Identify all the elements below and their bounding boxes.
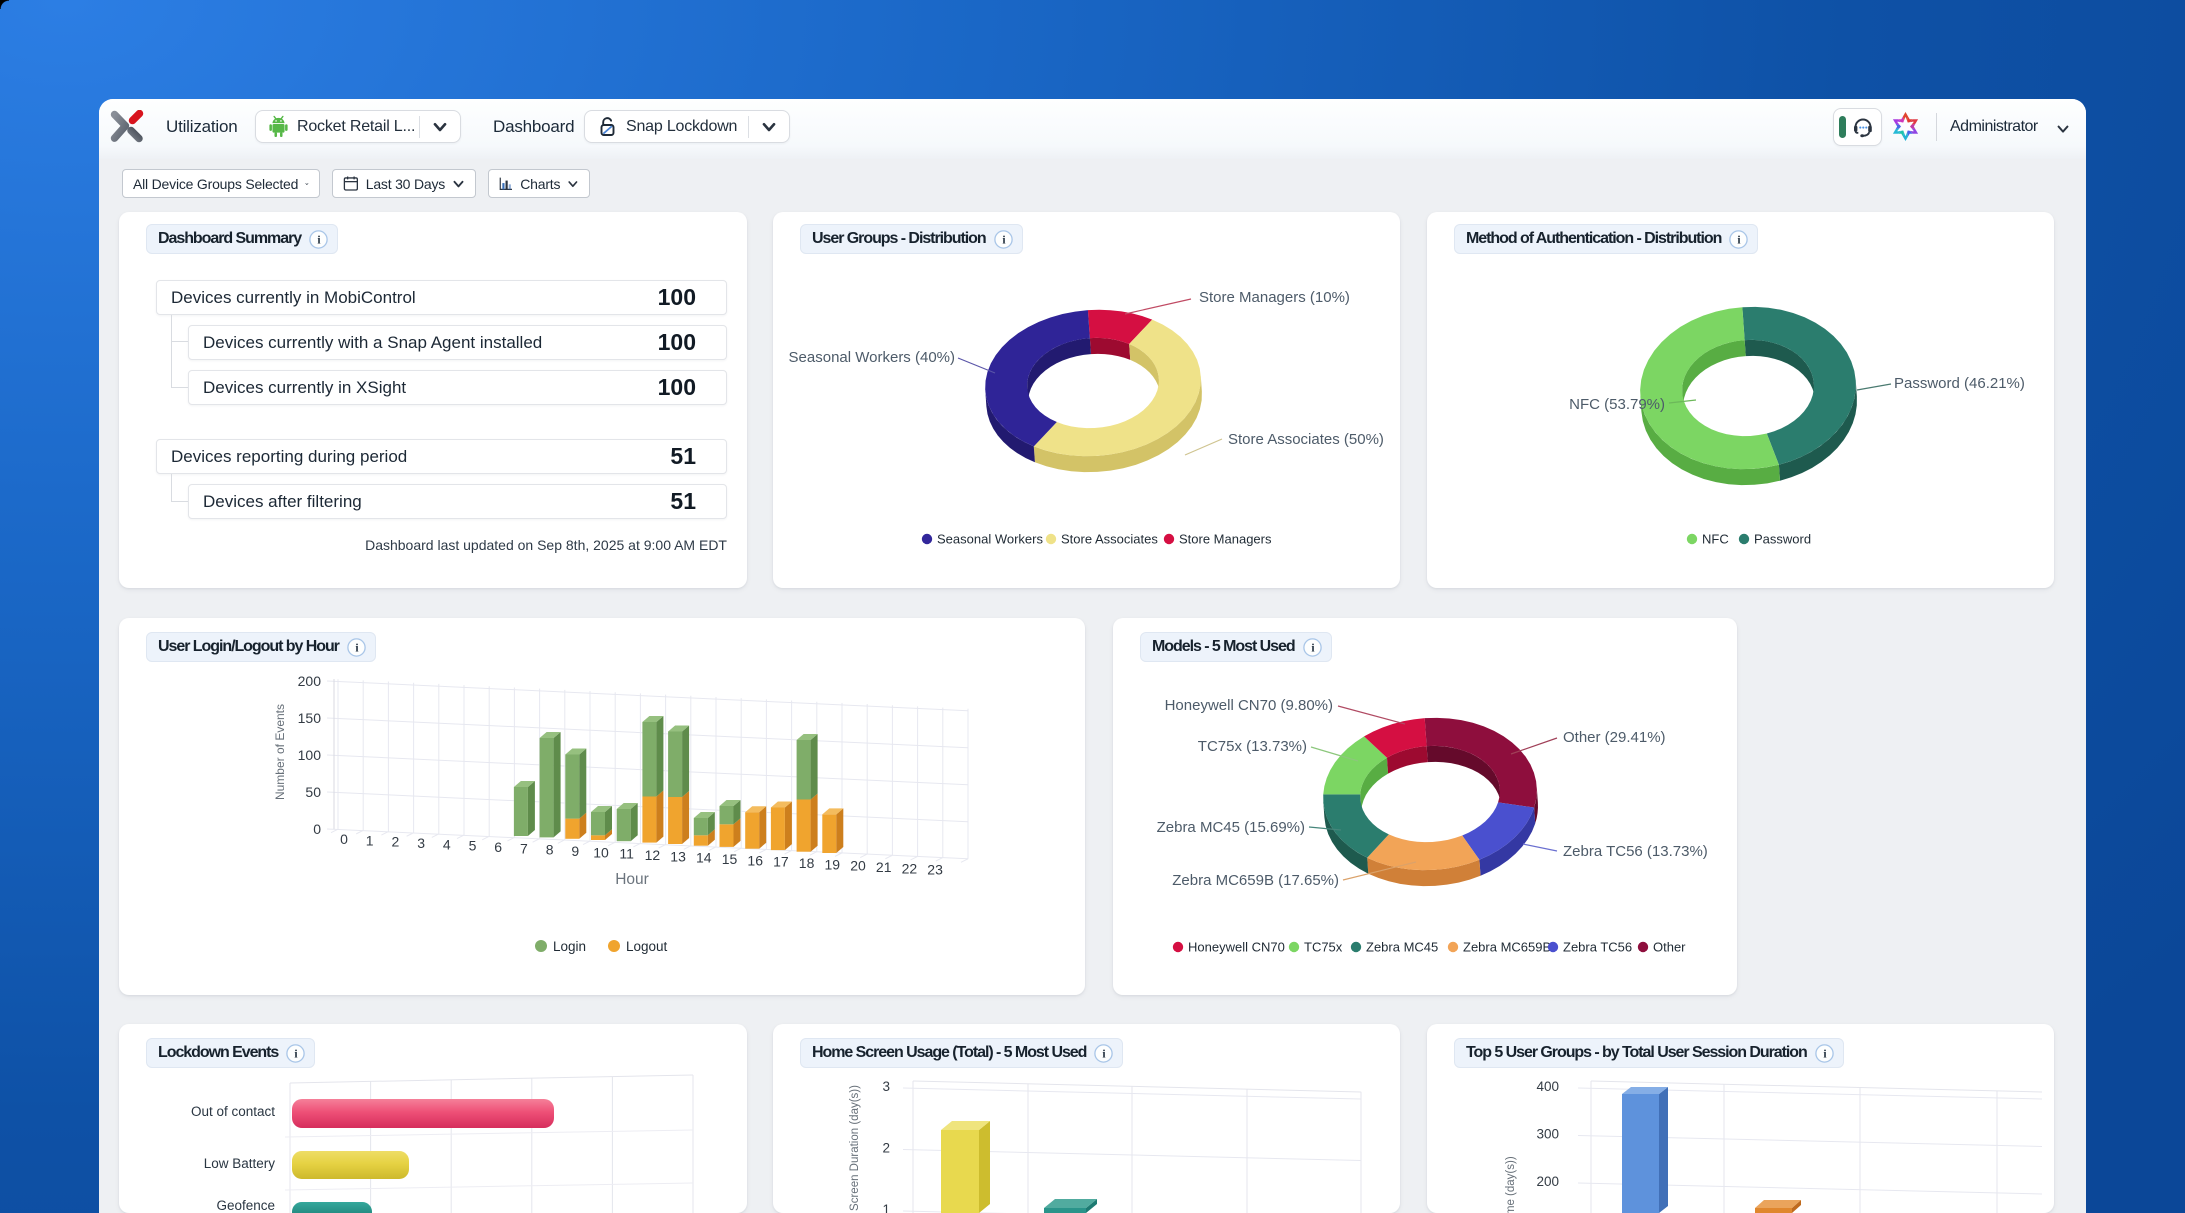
svg-text:Total Session Time (day(s)): Total Session Time (day(s))	[1505, 1156, 1517, 1213]
svg-text:Logout: Logout	[626, 939, 668, 954]
svg-text:200: 200	[1536, 1174, 1559, 1189]
svg-text:21: 21	[876, 859, 892, 875]
svg-text:Store Managers (10%): Store Managers (10%)	[1199, 289, 1350, 306]
svg-text:19: 19	[825, 856, 841, 872]
svg-text:3: 3	[417, 835, 425, 851]
svg-text:Store Associates (50%): Store Associates (50%)	[1228, 431, 1384, 448]
svg-text:Store Managers: Store Managers	[1179, 532, 1272, 547]
svg-text:Zebra MC659B (17.65%): Zebra MC659B (17.65%)	[1172, 872, 1339, 889]
svg-text:Number of Events: Number of Events	[273, 704, 287, 800]
svg-text:2: 2	[392, 834, 400, 850]
svg-text:TC75x (13.73%): TC75x (13.73%)	[1198, 738, 1307, 755]
svg-text:Honeywell CN70: Honeywell CN70	[1188, 940, 1285, 955]
svg-text:300: 300	[1536, 1127, 1559, 1142]
svg-text:3: 3	[882, 1079, 890, 1094]
svg-text:Other: Other	[1653, 940, 1686, 955]
svg-text:Out of contact: Out of contact	[191, 1104, 275, 1119]
svg-text:22: 22	[902, 860, 918, 876]
svg-text:10: 10	[593, 844, 609, 860]
svg-text:Zebra MC659B: Zebra MC659B	[1463, 940, 1551, 955]
svg-text:Low Battery: Low Battery	[204, 1156, 276, 1171]
svg-text:Store Associates: Store Associates	[1061, 532, 1158, 547]
svg-text:2: 2	[882, 1141, 890, 1156]
svg-text:13: 13	[670, 848, 686, 864]
svg-text:Zebra TC56: Zebra TC56	[1563, 940, 1632, 955]
svg-text:5: 5	[469, 838, 477, 854]
svg-text:Password (46.21%): Password (46.21%)	[1894, 375, 2025, 392]
svg-text:6: 6	[494, 839, 502, 855]
svg-text:TC75x: TC75x	[1304, 940, 1343, 955]
svg-text:7: 7	[520, 840, 528, 856]
svg-text:Login: Login	[553, 939, 586, 954]
svg-text:15: 15	[722, 851, 738, 867]
svg-text:16: 16	[747, 852, 763, 868]
svg-text:17: 17	[773, 854, 789, 870]
svg-text:Hour: Hour	[615, 871, 649, 888]
svg-text:0: 0	[340, 831, 348, 847]
svg-text:14: 14	[696, 850, 712, 866]
svg-text:0: 0	[313, 821, 321, 837]
svg-text:150: 150	[298, 710, 322, 726]
svg-text:Screen Duration (day(s)): Screen Duration (day(s))	[849, 1085, 861, 1211]
svg-text:Password: Password	[1754, 532, 1811, 547]
svg-text:Zebra MC45 (15.69%): Zebra MC45 (15.69%)	[1157, 819, 1305, 836]
svg-text:Geofence: Geofence	[216, 1198, 275, 1213]
svg-text:18: 18	[799, 855, 815, 871]
svg-text:4: 4	[443, 836, 451, 852]
svg-text:11: 11	[619, 846, 634, 862]
svg-text:1: 1	[882, 1202, 890, 1213]
svg-text:Seasonal Workers: Seasonal Workers	[937, 532, 1043, 547]
svg-text:NFC: NFC	[1702, 532, 1729, 547]
svg-text:100: 100	[298, 747, 322, 763]
svg-text:12: 12	[645, 847, 661, 863]
svg-text:Zebra TC56 (13.73%): Zebra TC56 (13.73%)	[1563, 843, 1708, 860]
svg-text:23: 23	[927, 862, 943, 878]
svg-text:50: 50	[305, 784, 321, 800]
svg-text:9: 9	[571, 843, 579, 859]
svg-text:Seasonal Workers (40%): Seasonal Workers (40%)	[789, 349, 955, 366]
svg-text:Honeywell CN70 (9.80%): Honeywell CN70 (9.80%)	[1165, 697, 1333, 714]
svg-text:8: 8	[546, 842, 554, 858]
svg-text:20: 20	[850, 858, 866, 874]
svg-text:Zebra MC45: Zebra MC45	[1366, 940, 1438, 955]
svg-text:200: 200	[298, 673, 322, 689]
svg-text:Other (29.41%): Other (29.41%)	[1563, 729, 1666, 746]
svg-text:1: 1	[366, 832, 374, 848]
svg-text:400: 400	[1536, 1079, 1559, 1094]
svg-text:NFC (53.79%): NFC (53.79%)	[1569, 396, 1665, 413]
